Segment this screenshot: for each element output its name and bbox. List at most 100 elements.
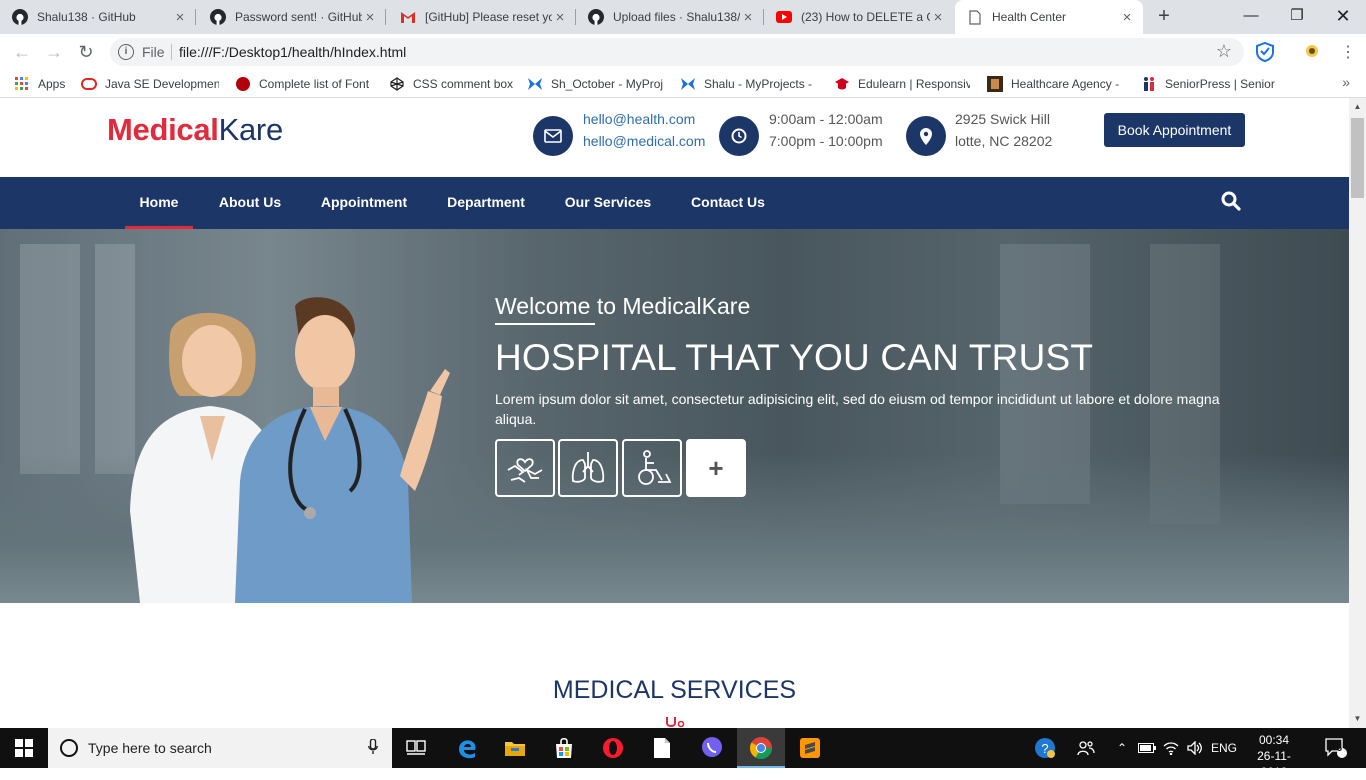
menu-icon[interactable]: ⋮ xyxy=(1338,42,1358,62)
nav-department[interactable]: Department xyxy=(440,177,532,229)
new-tab-button[interactable]: + xyxy=(1152,5,1176,29)
email-primary[interactable]: hello@health.com xyxy=(583,108,695,130)
close-icon[interactable]: × xyxy=(362,9,378,26)
task-view-icon[interactable] xyxy=(392,728,440,768)
address-bar[interactable]: i File file:///F:/Desktop1/health/hIndex… xyxy=(110,38,1244,66)
search-icon[interactable] xyxy=(1220,190,1242,212)
site-logo[interactable]: MedicalKare xyxy=(107,112,283,148)
file-explorer-icon[interactable] xyxy=(491,728,539,768)
bookmark-apps[interactable]: Apps xyxy=(14,75,65,93)
bookmarks-overflow-button[interactable]: » xyxy=(1342,74,1350,90)
book-appointment-button[interactable]: Book Appointment xyxy=(1104,113,1245,147)
tab-youtube[interactable]: (23) How to DELETE a G × xyxy=(764,0,954,34)
battery-icon[interactable] xyxy=(1136,728,1158,768)
scrollbar-thumb[interactable] xyxy=(1351,118,1364,198)
edge-browser-icon[interactable] xyxy=(443,728,491,768)
nav-appointment[interactable]: Appointment xyxy=(314,177,414,229)
caring-hands-heart-icon[interactable] xyxy=(495,439,555,497)
reload-button[interactable]: ↻ xyxy=(74,41,98,65)
nav-home[interactable]: Home xyxy=(125,177,193,229)
graduation-cap-icon xyxy=(834,76,850,92)
minimize-button[interactable]: — xyxy=(1228,0,1274,34)
red-circle-icon xyxy=(235,76,251,92)
tab-label: Shalu138 · GitHub xyxy=(37,10,136,24)
bookmark-edulearn[interactable]: Edulearn | Responsive xyxy=(834,75,970,93)
chevron-up-icon[interactable]: ⌃ xyxy=(1112,728,1132,768)
scroll-down-arrow[interactable]: ▼ xyxy=(1349,712,1366,726)
chrome-browser-icon[interactable] xyxy=(737,728,785,768)
bookmark-label: Java SE Development xyxy=(105,77,219,91)
tab-gmail-reset[interactable]: [GitHub] Please reset yo × xyxy=(388,0,576,34)
url-text[interactable]: file:///F:/Desktop1/health/hIndex.html xyxy=(179,44,406,60)
wheelchair-patient-icon[interactable] xyxy=(622,439,682,497)
close-icon[interactable]: × xyxy=(930,9,946,26)
page-scrollbar[interactable]: ▲ ▼ xyxy=(1349,98,1366,728)
tab-label: Password sent! · GitHub xyxy=(235,10,362,24)
people-icon[interactable] xyxy=(1074,728,1098,768)
nav-our-services[interactable]: Our Services xyxy=(557,177,659,229)
tab-password-sent[interactable]: Password sent! · GitHub × xyxy=(198,0,386,34)
clock-icon xyxy=(719,116,759,156)
tab-health-center[interactable]: Health Center × xyxy=(955,0,1143,34)
microsoft-store-icon[interactable] xyxy=(540,728,588,768)
scroll-up-arrow[interactable]: ▲ xyxy=(1349,100,1366,114)
bookmark-label: Apps xyxy=(38,77,66,91)
email-secondary[interactable]: hello@medical.com xyxy=(583,130,705,152)
microphone-icon[interactable] xyxy=(368,739,378,755)
browser-toolbar: ← → ↻ i File file:///F:/Desktop1/health/… xyxy=(0,34,1366,70)
taskbar-search-box[interactable]: Type here to search xyxy=(48,728,392,768)
tab-github-profile[interactable]: Shalu138 · GitHub × xyxy=(0,0,196,34)
language-indicator[interactable]: ENG xyxy=(1208,728,1240,768)
maximize-button[interactable]: ❐ xyxy=(1274,0,1320,34)
hero-subtitle: Welcome to MedicalKare xyxy=(495,293,751,319)
window-close-button[interactable]: ✕ xyxy=(1320,0,1366,34)
volume-icon[interactable] xyxy=(1184,728,1206,768)
nav-about-us[interactable]: About Us xyxy=(212,177,288,229)
tab-label: [GitHub] Please reset yo xyxy=(425,10,552,24)
system-clock[interactable]: 00:34 26-11-2018 xyxy=(1244,732,1304,780)
wifi-icon[interactable] xyxy=(1160,728,1182,768)
hero-banner: Welcome to MedicalKare HOSPITAL THAT YOU… xyxy=(0,229,1349,603)
viber-icon[interactable] xyxy=(688,728,736,768)
bookmark-shalu-myprojects[interactable]: Shalu - MyProjects - xyxy=(680,75,816,93)
shield-extension-icon[interactable] xyxy=(1256,41,1276,63)
apps-grid-icon xyxy=(14,76,30,92)
forward-button[interactable]: → xyxy=(42,41,66,65)
bookmark-seniorpress[interactable]: SeniorPress | Senior C xyxy=(1141,75,1277,93)
bookmark-java-se[interactable]: Java SE Development xyxy=(81,75,219,93)
lungs-icon[interactable] xyxy=(558,439,618,497)
logo-kare: Kare xyxy=(218,112,284,147)
bookmark-css-comment[interactable]: CSS comment box xyxy=(389,75,513,93)
info-icon[interactable]: i xyxy=(118,44,134,60)
bookmark-font-list[interactable]: Complete list of Font xyxy=(235,75,371,93)
opera-browser-icon[interactable] xyxy=(589,728,637,768)
back-button[interactable]: ← xyxy=(10,41,34,65)
bookmark-label: Edulearn | Responsive xyxy=(858,77,970,91)
tab-upload-files[interactable]: Upload files · Shalu138/ × xyxy=(576,0,764,34)
extension-icon[interactable] xyxy=(1303,42,1323,62)
bookmark-healthcare-agency[interactable]: Healthcare Agency - xyxy=(987,75,1123,93)
action-center-icon[interactable]: 5 xyxy=(1318,728,1354,768)
close-icon[interactable]: × xyxy=(172,9,188,26)
close-icon[interactable]: × xyxy=(740,9,756,26)
help-badge-icon[interactable]: ? xyxy=(1030,728,1060,768)
bookmark-sh-october[interactable]: Sh_October - MyProj xyxy=(527,75,663,93)
nav-contact-us[interactable]: Contact Us xyxy=(684,177,772,229)
bookmark-label: Complete list of Font xyxy=(259,77,370,91)
doctors-illustration xyxy=(130,297,450,603)
hero-description: Lorem ipsum dolor sit amet, consectetur … xyxy=(495,391,1220,427)
notepad-icon[interactable] xyxy=(638,728,686,768)
clock-time: 00:34 xyxy=(1258,733,1290,747)
bookmark-label: Shalu - MyProjects - xyxy=(704,77,813,91)
github-icon xyxy=(210,9,226,25)
close-icon[interactable]: × xyxy=(1119,9,1135,26)
more-services-button[interactable]: + xyxy=(686,439,746,497)
bookmarks-bar: Apps Java SE Development Complete list o… xyxy=(0,70,1366,98)
sublime-text-icon[interactable] xyxy=(786,728,834,768)
close-icon[interactable]: × xyxy=(552,9,568,26)
windows-start-button[interactable] xyxy=(0,728,48,768)
envelope-icon xyxy=(533,116,573,156)
star-icon[interactable]: ☆ xyxy=(1216,41,1232,62)
bookmark-label: CSS comment box xyxy=(413,77,513,91)
hours-morning: 9:00am - 12:00am xyxy=(769,111,883,127)
